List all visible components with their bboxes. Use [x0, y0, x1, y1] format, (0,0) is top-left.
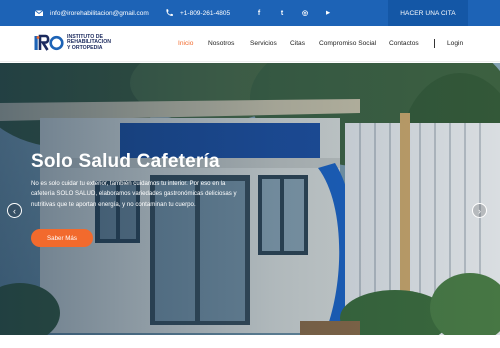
chevron-right-icon: › [478, 205, 481, 216]
instagram-icon[interactable]: ◎ [299, 7, 311, 19]
nav-item-inicio[interactable]: Inicio [178, 40, 193, 47]
slider-prev-button[interactable]: ‹ [7, 203, 22, 218]
hero-description: No es solo cuidar tu exterior, también c… [31, 180, 237, 208]
chevron-left-icon: ‹ [13, 205, 16, 216]
nav-item-nosotros[interactable]: Nosotros [208, 40, 234, 47]
nav-item-contactos[interactable]: Contactos [389, 40, 419, 47]
nav-divider [434, 39, 435, 48]
phone-icon [166, 9, 173, 16]
phone-contact[interactable]: +1-809-261-4805 [164, 0, 230, 26]
nav-item-servicios[interactable]: Servicios [250, 40, 277, 47]
main-navbar: INSTITUTO DE REHABILITACION Y ORTOPEDIA … [0, 26, 500, 62]
youtube-icon[interactable]: ▶ [322, 7, 334, 19]
page-bottom-strip [0, 335, 500, 348]
facebook-icon[interactable]: f [253, 7, 265, 19]
logo-line-3: Y ORTOPEDIA [67, 44, 103, 51]
iro-logo-mark [34, 34, 64, 51]
logo-wordmark: INSTITUTO DE REHABILITACION Y ORTOPEDIA [67, 34, 127, 52]
twitter-icon[interactable]: t [276, 7, 288, 19]
book-appointment-button[interactable]: HACER UNA CITA [388, 0, 468, 26]
site-logo[interactable]: INSTITUTO DE REHABILITACION Y ORTOPEDIA [34, 34, 127, 52]
hero-slider: Solo Salud Cafetería No es solo cuidar t… [0, 63, 500, 335]
learn-more-button[interactable]: Saber Más [31, 229, 93, 247]
login-link[interactable]: Login [447, 40, 463, 47]
nav-item-compromiso-social[interactable]: Compromiso Social [319, 40, 376, 47]
nav-item-citas[interactable]: Citas [290, 40, 305, 47]
phone-text: +1-809-261-4805 [180, 9, 231, 17]
email-text: info@irorehabilitacion@gmail.com [50, 9, 149, 17]
hero-content: Solo Salud Cafetería No es solo cuidar t… [0, 63, 500, 335]
hero-title: Solo Salud Cafetería [31, 151, 220, 172]
envelope-icon [34, 10, 44, 16]
slider-next-button[interactable]: › [472, 203, 487, 218]
top-bar: info@irorehabilitacion@gmail.com +1-809-… [0, 0, 500, 26]
email-contact[interactable]: info@irorehabilitacion@gmail.com [34, 0, 149, 26]
